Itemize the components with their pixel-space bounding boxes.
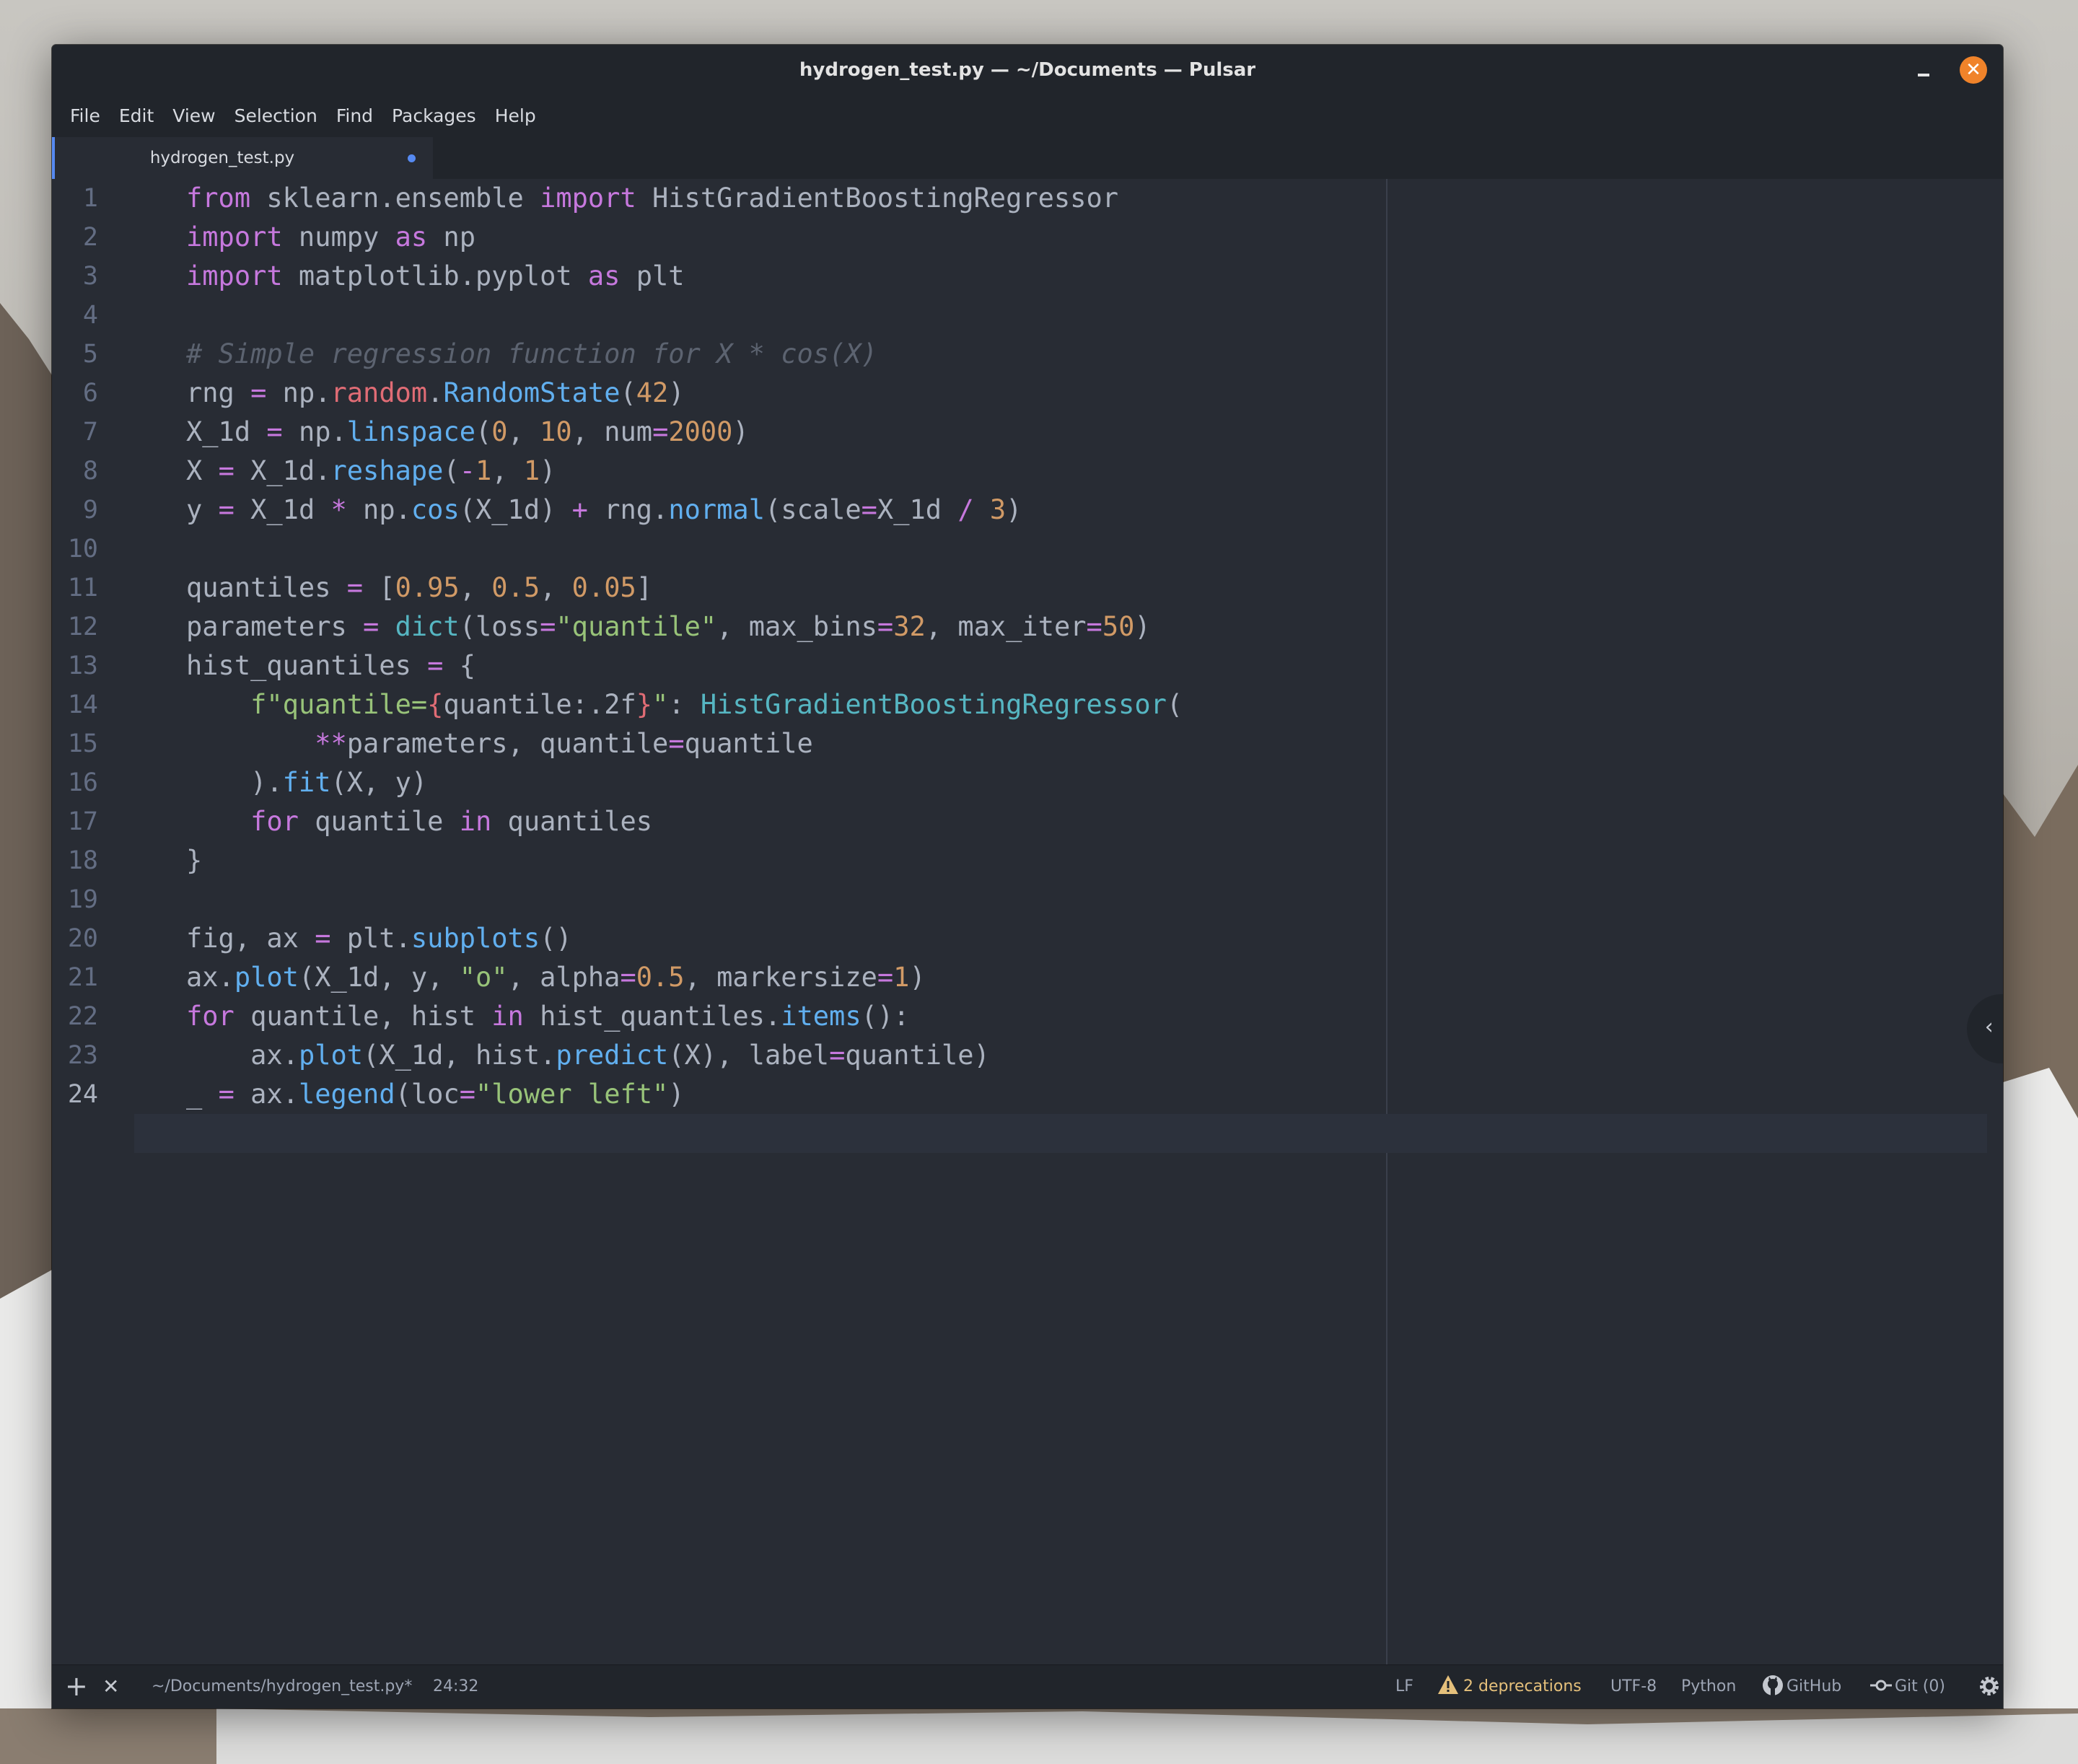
code-line[interactable]: } [186,841,202,880]
menu-packages[interactable]: Packages [382,95,486,137]
git-label: Git (0) [1895,1677,1945,1695]
line-number: 18 [67,846,98,875]
line-number: 20 [67,924,98,953]
file-path[interactable]: ~/Documents/hydrogen_test.py* [152,1665,412,1708]
gear-icon[interactable] [1978,1665,2000,1708]
minimize-icon[interactable] [1913,61,1934,81]
line-number: 21 [67,963,98,992]
code-line[interactable]: quantiles = [0.95, 0.5, 0.05] [186,569,652,607]
plus-icon[interactable]: + [65,1665,88,1707]
line-number: 3 [82,262,98,291]
line-number: 23 [67,1041,98,1070]
line-number: 2 [82,223,98,252]
code-line[interactable]: hist_quantiles = { [186,646,475,685]
line-number: 6 [82,379,98,408]
line-number: 17 [67,807,98,836]
line-number: 19 [67,885,98,914]
close-icon[interactable]: ✕ [102,1665,119,1708]
line-ending[interactable]: LF [1395,1665,1413,1708]
code-line[interactable]: _ = ax.legend(loc="lower left") [186,1075,685,1114]
line-number: 9 [82,496,98,525]
menu-edit[interactable]: Edit [110,95,163,137]
line-number: 8 [82,457,98,486]
code-line[interactable]: ax.plot(X_1d, y, "o", alpha=0.5, markers… [186,958,926,997]
menu-help[interactable]: Help [486,95,545,137]
line-number: 5 [82,340,98,369]
grammar[interactable]: Python [1681,1665,1736,1708]
code-line[interactable]: fig, ax = plt.subplots() [186,919,572,958]
line-number: 10 [67,535,98,563]
deprecations-indicator[interactable]: 2 deprecations [1437,1665,1582,1708]
github-label: GitHub [1787,1677,1842,1695]
menu-bar: File Edit View Selection Find Packages H… [52,95,2003,137]
tab-title: hydrogen_test.py [149,149,295,167]
tab-hydrogen-test[interactable]: hydrogen_test.py [52,137,433,179]
status-bar: + ✕ ~/Documents/hydrogen_test.py* 24:32 … [52,1664,2003,1708]
line-number: 7 [82,418,98,447]
warning-icon [1438,1675,1458,1694]
code-line[interactable]: import matplotlib.pyplot as plt [186,257,685,296]
line-number: 22 [67,1002,98,1031]
code-line[interactable]: parameters = dict(loss="quantile", max_b… [186,607,1151,646]
git-button[interactable]: Git (0) [1870,1665,1945,1708]
line-number: 11 [67,574,98,602]
code-line[interactable]: import numpy as np [186,218,475,257]
title-bar: hydrogen_test.py — ~/Documents — Pulsar … [52,45,2003,96]
code-line[interactable]: rng = np.random.RandomState(42) [186,374,685,413]
menu-find[interactable]: Find [327,95,382,137]
line-number: 16 [67,768,98,797]
code-line[interactable]: X = X_1d.reshape(-1, 1) [186,452,556,491]
github-icon [1763,1675,1783,1695]
cursor-position[interactable]: 24:32 [433,1665,478,1708]
code-line[interactable]: y = X_1d * np.cos(X_1d) + rng.normal(sca… [186,491,1022,530]
modified-indicator[interactable] [408,154,416,162]
menu-selection[interactable]: Selection [225,95,327,137]
line-number: 1 [82,184,98,213]
code-line[interactable]: ax.plot(X_1d, hist.predict(X), label=qua… [186,1036,990,1075]
line-number: 13 [67,651,98,680]
code-line[interactable]: ).fit(X, y) [186,763,427,802]
code-line[interactable]: for quantile, hist in hist_quantiles.ite… [186,997,909,1036]
encoding[interactable]: UTF-8 [1610,1665,1657,1708]
deprecations-label: 2 deprecations [1463,1677,1582,1695]
code-line[interactable]: # Simple regression function for X * cos… [186,335,877,374]
line-number: 15 [67,729,98,758]
code-line[interactable]: for quantile in quantiles [186,802,652,841]
code-lines[interactable]: from sklearn.ensemble import HistGradien… [134,179,2003,1665]
window-title: hydrogen_test.py — ~/Documents — Pulsar [799,59,1256,81]
code-editor[interactable]: 1 2 3 4 5 6 7 8 9 10 11 12 13 14 15 16 1… [52,179,2003,1665]
line-number: 4 [82,301,98,330]
code-line[interactable]: f"quantile={quantile:.2f}": HistGradient… [186,685,1183,724]
menu-file[interactable]: File [61,95,110,137]
code-line[interactable]: X_1d = np.linspace(0, 10, num=2000) [186,413,749,452]
code-line[interactable]: **parameters, quantile=quantile [186,724,813,763]
line-number: 14 [67,690,98,719]
git-commit-icon [1870,1680,1892,1691]
close-icon[interactable]: ✕ [1960,56,1987,84]
github-button[interactable]: GitHub [1762,1665,1841,1708]
line-number: 12 [67,613,98,641]
menu-view[interactable]: View [163,95,224,137]
editor-window: hydrogen_test.py — ~/Documents — Pulsar … [52,45,2003,1708]
tab-bar: hydrogen_test.py [52,137,2003,180]
line-number: 24 [67,1080,98,1109]
line-number-gutter[interactable]: 1 2 3 4 5 6 7 8 9 10 11 12 13 14 15 16 1… [52,179,146,1665]
code-line[interactable]: from sklearn.ensemble import HistGradien… [186,179,1118,218]
